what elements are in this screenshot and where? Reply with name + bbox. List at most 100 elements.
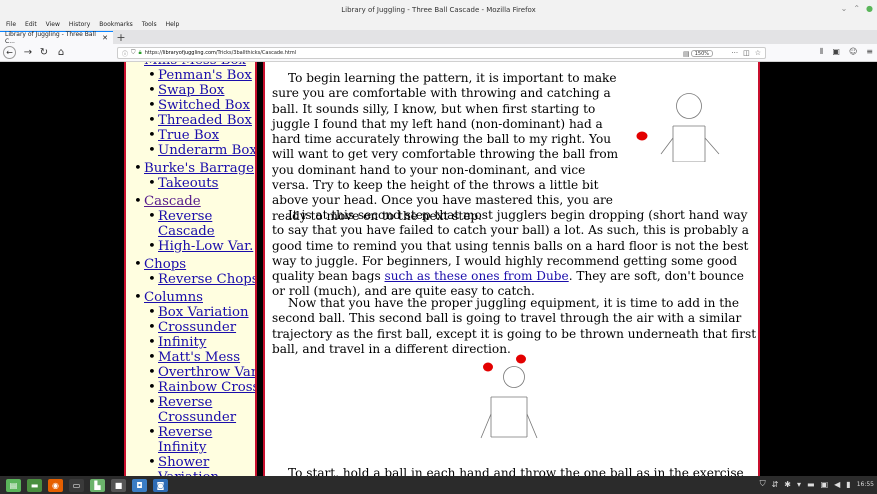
- juggler-arms: [660, 137, 720, 155]
- arrow-right-icon: →: [23, 47, 33, 58]
- firefox-icon[interactable]: ◉: [48, 478, 63, 492]
- hamburger-menu-icon[interactable]: ≡: [866, 47, 873, 57]
- sidebar-section-columns: ColumnsBox VariationCrossunderInfinityMa…: [132, 290, 255, 476]
- minimize-icon[interactable]: ⌄: [841, 4, 848, 13]
- sidebar-link-penman-s-box[interactable]: Penman's Box: [158, 68, 252, 83]
- tracking-shield-icon[interactable]: ⛉: [131, 49, 136, 57]
- bluetooth-icon[interactable]: ✱: [784, 480, 791, 489]
- desktop-taskbar: ▤ ▬ ◉ ▭ ▙ ■ ◘ ◙ ⛉ ⇵ ✱ ▾ ▬ ▣ ◀ ▮ 16:55: [0, 476, 877, 494]
- sidebar-link-columns[interactable]: Columns: [144, 290, 203, 305]
- sidebar-link-reverse-chops[interactable]: Reverse Chops: [158, 272, 255, 287]
- page-viewport: Mills Mess BoxPenman's BoxSwap BoxSwitch…: [0, 62, 877, 476]
- sidebar-link-high-low-var[interactable]: High-Low Var.: [158, 239, 253, 254]
- menu-help[interactable]: Help: [166, 21, 180, 28]
- sidebar-item: Reverse Cascade: [146, 209, 255, 239]
- sidebar-link-burke-s-barrage[interactable]: Burke's Barrage: [144, 161, 254, 176]
- juggling-ball-1: [483, 362, 493, 372]
- close-window-icon[interactable]: ●: [866, 4, 873, 13]
- sidebar-link-rainbow-cross[interactable]: Rainbow Cross: [158, 380, 255, 395]
- firefox-window-task[interactable]: ◙: [153, 478, 168, 492]
- volume-icon[interactable]: ◀: [834, 480, 840, 489]
- menu-view[interactable]: View: [46, 21, 60, 28]
- sidebar-sublist: Reverse CascadeHigh-Low Var.: [146, 209, 255, 254]
- sidebar-item: Takeouts: [146, 176, 255, 191]
- sidebar-link-switched-box[interactable]: Switched Box: [158, 98, 250, 113]
- app-icon-blue[interactable]: ◘: [132, 478, 147, 492]
- sidebar-icon[interactable]: ▣: [832, 47, 840, 57]
- show-desktop-icon[interactable]: ▬: [27, 478, 42, 492]
- sidebar-item: Shower Variation: [146, 455, 255, 476]
- toolbar-right: ⫴ ▣ ☺ ≡: [820, 47, 873, 57]
- shield-icon[interactable]: ⛉: [760, 479, 766, 489]
- menu-file[interactable]: File: [6, 21, 16, 28]
- wifi-icon[interactable]: ▾: [797, 480, 801, 489]
- sidebar-list: Mills Mess BoxPenman's BoxSwap BoxSwitch…: [132, 62, 255, 476]
- battery-icon[interactable]: ▮: [846, 480, 850, 489]
- juggler-body: [490, 396, 528, 438]
- account-icon[interactable]: ☺: [849, 47, 857, 57]
- sidebar-link-overthrow-var[interactable]: Overthrow Var.: [158, 365, 255, 380]
- keyboard-layout-icon[interactable]: ▬: [807, 480, 815, 489]
- reader-view-icon[interactable]: ▤: [683, 50, 690, 58]
- sidebar-link-takeouts[interactable]: Takeouts: [158, 176, 218, 191]
- home-icon: ⌂: [57, 47, 65, 58]
- maximize-icon[interactable]: ⌃: [853, 4, 860, 13]
- sidebar-sublist: Box VariationCrossunderInfinityMatt's Me…: [146, 305, 255, 476]
- lock-icon[interactable]: 🔒︎: [139, 49, 142, 57]
- sidebar-link-reverse-crossunder[interactable]: Reverse Crossunder: [158, 395, 236, 425]
- menu-tools[interactable]: Tools: [142, 21, 157, 28]
- pocket-icon[interactable]: ◫: [743, 49, 750, 57]
- close-tab-icon[interactable]: ✕: [102, 34, 108, 42]
- address-bar[interactable]: ⓘ ⛉ 🔒︎ https://libraryofjuggling.com/Tri…: [117, 47, 766, 59]
- reload-icon: ↻: [39, 47, 49, 58]
- clipboard-icon[interactable]: ▣: [821, 480, 829, 489]
- sidebar-link-reverse-infinity[interactable]: Reverse Infinity: [158, 425, 212, 455]
- sidebar-link-reverse-cascade[interactable]: Reverse Cascade: [158, 209, 215, 239]
- sidebar-item: Overthrow Var.: [146, 365, 255, 380]
- library-icon[interactable]: ⫴: [820, 47, 823, 57]
- zoom-badge[interactable]: 150%: [690, 50, 713, 57]
- sidebar-item: True Box: [146, 128, 255, 143]
- home-button[interactable]: ⌂: [55, 46, 67, 59]
- sidebar-link-chops[interactable]: Chops: [144, 257, 186, 272]
- url-path: /Tricks/3ballthicks/Cascade.html: [215, 50, 297, 56]
- sidebar-link-threaded-box[interactable]: Threaded Box: [158, 113, 252, 128]
- juggler-body: [672, 125, 706, 162]
- sidebar-link-crossunder[interactable]: Crossunder: [158, 320, 236, 335]
- sidebar-link-true-box[interactable]: True Box: [158, 128, 219, 143]
- dube-beanbags-link[interactable]: such as these ones from Dube: [385, 269, 569, 283]
- menu-bookmarks[interactable]: Bookmarks: [99, 21, 133, 28]
- new-tab-button[interactable]: +: [113, 31, 129, 44]
- page-actions-menu-icon[interactable]: ···: [731, 49, 738, 57]
- back-button[interactable]: ←: [3, 46, 16, 59]
- sidebar-link-cascade[interactable]: Cascade: [144, 194, 201, 209]
- files-icon[interactable]: ▙: [90, 478, 105, 492]
- info-icon[interactable]: ⓘ: [122, 49, 128, 58]
- sidebar-section-burke-s-barrage: Burke's BarrageTakeouts: [132, 161, 255, 191]
- start-menu-icon[interactable]: ▤: [6, 478, 21, 492]
- network-manager-icon[interactable]: ⇵: [772, 480, 779, 489]
- juggler-head: [676, 93, 702, 119]
- one-ball-juggler-figure: [636, 93, 720, 162]
- sidebar-link-infinity[interactable]: Infinity: [158, 335, 206, 350]
- sidebar-link-box-variation[interactable]: Box Variation: [158, 305, 249, 320]
- tab-active[interactable]: Library of Juggling - Three Ball C... ✕: [0, 31, 113, 45]
- tab-bar: Library of Juggling - Three Ball C... ✕ …: [0, 30, 877, 45]
- juggler-head: [503, 366, 525, 388]
- trick-navigation-sidebar: Mills Mess BoxPenman's BoxSwap BoxSwitch…: [124, 62, 257, 476]
- window-list-icon[interactable]: ■: [111, 478, 126, 492]
- paragraph-step-one: To begin learning the pattern, it is imp…: [272, 71, 619, 223]
- terminal-icon[interactable]: ▭: [69, 478, 84, 492]
- bookmark-star-icon[interactable]: ☆: [755, 49, 761, 57]
- url-text[interactable]: https://libraryofjuggling.com/Tricks/3ba…: [145, 50, 296, 56]
- sidebar-link-shower-variation[interactable]: Shower Variation: [158, 455, 219, 476]
- sidebar-link-underarm-box[interactable]: Underarm Box: [158, 143, 255, 158]
- sidebar-link-matt-s-mess[interactable]: Matt's Mess: [158, 350, 240, 365]
- sidebar-link-swap-box[interactable]: Swap Box: [158, 83, 224, 98]
- reload-button[interactable]: ↻: [38, 46, 50, 59]
- clock[interactable]: 16:55: [857, 481, 874, 488]
- menu-history[interactable]: History: [69, 21, 90, 28]
- nav-toolbar: ← → ↻ ⌂ ⓘ ⛉ 🔒︎ https://libraryofjuggling…: [0, 44, 877, 62]
- forward-button[interactable]: →: [22, 46, 34, 59]
- menu-edit[interactable]: Edit: [25, 21, 37, 28]
